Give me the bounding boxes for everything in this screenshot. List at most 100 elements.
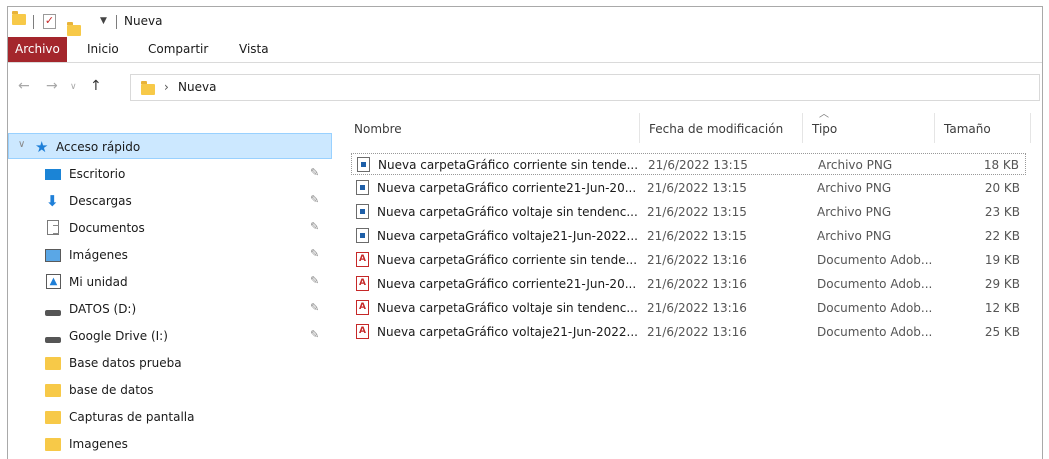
- file-type: Archivo PNG: [817, 205, 892, 219]
- file-type: Documento Adob...: [817, 277, 933, 291]
- file-date: 21/6/2022 13:16: [647, 325, 747, 339]
- file-name: Nueva carpetaGráfico voltaje sin tendenc…: [377, 205, 638, 219]
- file-date: 21/6/2022 13:15: [647, 229, 747, 243]
- file-size: 12 KB: [984, 301, 1020, 315]
- pin-icon[interactable]: ✎: [310, 166, 319, 179]
- sidebar-item-mi-unidad[interactable]: ▲ Mi unidad ✎: [8, 269, 332, 295]
- file-row[interactable]: Nueva carpetaGráfico corriente sin tende…: [351, 153, 1026, 175]
- sidebar-item-documentos[interactable]: Documentos ✎: [8, 215, 332, 241]
- file-date: 21/6/2022 13:16: [647, 277, 747, 291]
- pictures-icon: [45, 249, 61, 262]
- file-name: Nueva carpetaGráfico corriente sin tende…: [377, 253, 638, 267]
- sidebar-item-imagenes-folder[interactable]: Imagenes: [8, 431, 332, 457]
- customize-toolbar-arrow-icon[interactable]: ▼: [100, 16, 107, 26]
- sidebar-item-imagenes[interactable]: Imágenes ✎: [8, 242, 332, 268]
- pin-icon[interactable]: ✎: [310, 328, 319, 341]
- sidebar-item-descargas[interactable]: ⬇ Descargas ✎: [8, 188, 332, 214]
- pin-icon[interactable]: ✎: [310, 301, 319, 314]
- tab-archivo[interactable]: Archivo: [8, 37, 67, 62]
- ribbon-tabs: Archivo Inicio Compartir Vista: [8, 37, 1042, 63]
- png-file-icon: [356, 180, 369, 195]
- file-row[interactable]: Nueva carpetaGráfico voltaje21-Jun-2022.…: [351, 225, 1026, 247]
- column-header-date[interactable]: Fecha de modificación: [649, 111, 783, 147]
- column-header-type[interactable]: Tipo: [812, 111, 837, 147]
- file-name: Nueva carpetaGráfico voltaje21-Jun-2022.…: [377, 325, 638, 339]
- tab-inicio[interactable]: Inicio: [80, 37, 126, 62]
- file-type: Archivo PNG: [818, 158, 893, 172]
- drive-icon: [45, 337, 61, 343]
- file-row[interactable]: Nueva carpetaGráfico voltaje sin tendenc…: [351, 201, 1026, 223]
- sidebar-item-label: Documentos: [69, 221, 145, 235]
- file-date: 21/6/2022 13:15: [647, 181, 747, 195]
- pin-icon[interactable]: ✎: [310, 220, 319, 233]
- separator: [33, 15, 34, 29]
- file-size: 29 KB: [984, 277, 1020, 291]
- star-icon: ★: [35, 138, 49, 156]
- sidebar-item-acceso-rapido[interactable]: ∨ ★ Acceso rápido: [8, 133, 332, 159]
- tab-compartir[interactable]: Compartir: [141, 37, 215, 62]
- pin-icon[interactable]: ✎: [310, 247, 319, 260]
- sidebar-item-google-drive[interactable]: Google Drive (I:) ✎: [8, 323, 332, 349]
- folder-icon: [45, 438, 61, 451]
- sidebar-item-label: Acceso rápido: [56, 140, 141, 154]
- column-divider[interactable]: [934, 113, 935, 143]
- pdf-file-icon: A: [356, 276, 369, 291]
- sidebar-item-label: DATOS (D:): [69, 302, 137, 316]
- sidebar-item-base-de-datos[interactable]: base de datos: [8, 377, 332, 403]
- column-divider[interactable]: [802, 113, 803, 143]
- sidebar-item-label: Escritorio: [69, 167, 126, 181]
- file-name: Nueva carpetaGráfico corriente21-Jun-20.…: [377, 277, 637, 291]
- address-bar[interactable]: › Nueva: [130, 74, 1040, 101]
- file-type: Documento Adob...: [817, 253, 933, 267]
- file-name: Nueva carpetaGráfico corriente21-Jun-20.…: [377, 181, 637, 195]
- sidebar-item-capturas-de-pantalla[interactable]: Capturas de pantalla: [8, 404, 332, 430]
- file-size: 22 KB: [984, 229, 1020, 243]
- drive-icon: [45, 310, 61, 316]
- column-header-size[interactable]: Tamaño: [944, 111, 991, 147]
- file-size: 23 KB: [984, 205, 1020, 219]
- column-divider[interactable]: [1030, 113, 1031, 143]
- file-row[interactable]: A Nueva carpetaGráfico voltaje21-Jun-202…: [351, 321, 1026, 343]
- sidebar-item-label: Mi unidad: [69, 275, 128, 289]
- folder-icon: [45, 357, 61, 370]
- new-folder-icon[interactable]: [67, 22, 81, 36]
- folder-icon: [45, 411, 61, 424]
- column-header-name[interactable]: Nombre: [354, 111, 402, 147]
- desktop-icon: [45, 169, 61, 180]
- collapse-chevron-icon[interactable]: ∨: [18, 139, 25, 150]
- sidebar-item-datos-d[interactable]: DATOS (D:) ✎: [8, 296, 332, 322]
- file-row[interactable]: Nueva carpetaGráfico corriente21-Jun-20.…: [351, 177, 1026, 199]
- title-bar: ✓ ▼ Nueva: [8, 7, 1042, 37]
- recent-locations-chevron-icon[interactable]: ∨: [70, 82, 77, 92]
- sidebar-item-label: Google Drive (I:): [69, 329, 168, 343]
- file-row[interactable]: A Nueva carpetaGráfico corriente sin ten…: [351, 249, 1026, 271]
- pdf-file-icon: A: [356, 252, 369, 267]
- window-title: Nueva: [124, 14, 163, 28]
- tab-vista[interactable]: Vista: [232, 37, 276, 62]
- png-file-icon: [356, 204, 369, 219]
- pin-icon[interactable]: ✎: [310, 274, 319, 287]
- sidebar-item-escritorio[interactable]: Escritorio ✎: [8, 161, 332, 187]
- sidebar-item-label: Base datos prueba: [69, 356, 182, 370]
- file-date: 21/6/2022 13:16: [647, 301, 747, 315]
- file-type: Archivo PNG: [817, 181, 892, 195]
- forward-arrow-icon[interactable]: →: [46, 78, 58, 94]
- file-size: 25 KB: [984, 325, 1020, 339]
- file-name: Nueva carpetaGráfico voltaje sin tendenc…: [377, 301, 638, 315]
- file-row[interactable]: A Nueva carpetaGráfico corriente21-Jun-2…: [351, 273, 1026, 295]
- up-arrow-icon[interactable]: ↑: [90, 78, 102, 94]
- properties-icon[interactable]: ✓: [43, 14, 56, 29]
- file-row[interactable]: A Nueva carpetaGráfico voltaje sin tende…: [351, 297, 1026, 319]
- png-file-icon: [356, 228, 369, 243]
- download-icon: ⬇: [46, 192, 59, 210]
- file-name: Nueva carpetaGráfico voltaje21-Jun-2022.…: [377, 229, 638, 243]
- file-explorer-window: ✓ ▼ Nueva Archivo Inicio Compartir Vista…: [7, 6, 1043, 459]
- sidebar-item-base-datos-prueba[interactable]: Base datos prueba: [8, 350, 332, 376]
- pin-icon[interactable]: ✎: [310, 193, 319, 206]
- file-size: 20 KB: [984, 181, 1020, 195]
- column-divider[interactable]: [639, 113, 640, 143]
- breadcrumb-current[interactable]: Nueva: [178, 80, 216, 94]
- folder-icon: [141, 81, 155, 95]
- back-arrow-icon[interactable]: ←: [18, 78, 30, 94]
- file-date: 21/6/2022 13:15: [648, 158, 748, 172]
